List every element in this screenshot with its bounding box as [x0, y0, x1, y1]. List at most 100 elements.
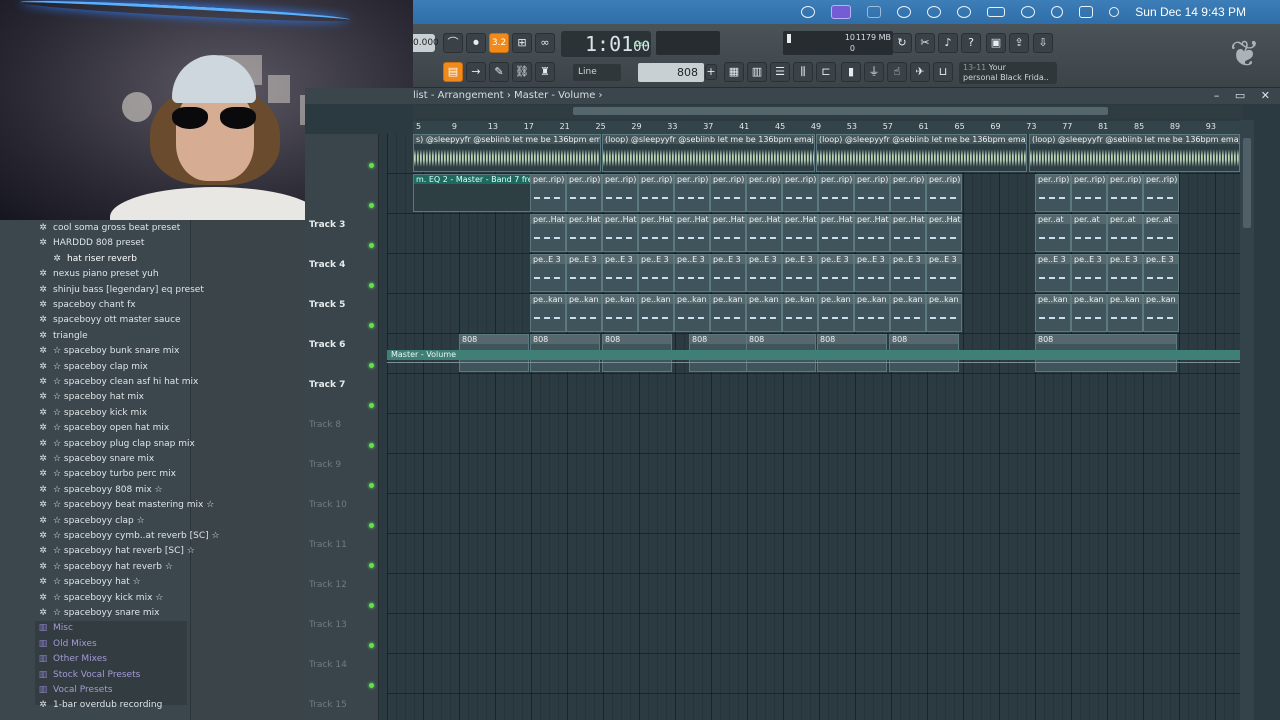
music-icon[interactable]: [897, 6, 912, 18]
pattern-clip[interactable]: pe..kan: [926, 294, 962, 332]
browser-folder[interactable]: ▥ Vocal Presets: [38, 683, 113, 698]
audio-clip[interactable]: s) @sleepyyfr @sebiinb let me be 136bpm …: [413, 134, 601, 172]
browser-item[interactable]: ✲ spaceboy chant fx: [38, 298, 135, 313]
pattern-clip[interactable]: pe..E 3: [1035, 254, 1071, 292]
download-icon[interactable]: ⇩: [1033, 33, 1053, 53]
pattern-clip[interactable]: pe..E 3: [710, 254, 746, 292]
pattern-clip[interactable]: per..Hat: [890, 214, 926, 252]
plugin-icon[interactable]: ⏚: [864, 62, 884, 82]
screen-record-icon[interactable]: [831, 5, 852, 19]
browser-item[interactable]: ✲ triangle: [38, 329, 87, 344]
help-icon[interactable]: ?: [961, 33, 981, 53]
track-header[interactable]: Track 14: [305, 654, 379, 694]
browser-item[interactable]: ✲ ☆ spaceboy clap mix: [38, 360, 148, 375]
pattern-clip[interactable]: pe..kan: [710, 294, 746, 332]
pattern-clip[interactable]: pe..kan: [746, 294, 782, 332]
browser-item[interactable]: ✲ cool soma gross beat preset: [38, 221, 180, 236]
browser-item[interactable]: ✲ ☆ spaceboyy cymb..at reverb [SC] ☆: [38, 529, 219, 544]
pattern-clip[interactable]: per..at: [1143, 214, 1179, 252]
browser-item[interactable]: ✲ ☆ spaceboy bunk snare mix: [38, 344, 179, 359]
pattern-clip[interactable]: per..Hat: [710, 214, 746, 252]
pattern-clip[interactable]: per..rip): [782, 174, 818, 212]
time-display[interactable]: 1:0100 B:S:T: [561, 31, 651, 57]
track-mute-led[interactable]: [369, 243, 374, 248]
pattern-clip[interactable]: pe..E 3: [1143, 254, 1179, 292]
bird-icon[interactable]: ✈: [910, 62, 930, 82]
track-mute-led[interactable]: [369, 403, 374, 408]
pattern-clip[interactable]: per..Hat: [926, 214, 962, 252]
track-mute-led[interactable]: [369, 203, 374, 208]
pattern-clip[interactable]: pe..kan: [638, 294, 674, 332]
pattern-clip[interactable]: per..rip): [818, 174, 854, 212]
pattern-clip[interactable]: per..Hat: [782, 214, 818, 252]
pattern-clip[interactable]: per..rip): [602, 174, 638, 212]
browser-item[interactable]: ✲ ☆ spaceboyy hat reverb ☆: [38, 560, 173, 575]
volume-automation-clip[interactable]: Master - Volume: [387, 350, 1240, 360]
browser-item[interactable]: ✲ ☆ spaceboyy hat ☆: [38, 575, 141, 590]
audio-clip[interactable]: (loop) @sleepyyfr @sebiinb let me be 136…: [1029, 134, 1240, 172]
playlist-icon[interactable]: ▦: [724, 62, 744, 82]
battery-icon[interactable]: [987, 7, 1006, 17]
pattern-clip[interactable]: pe..kan: [1071, 294, 1107, 332]
track-header[interactable]: Track 12: [305, 574, 379, 614]
pattern-clip[interactable]: pe..E 3: [818, 254, 854, 292]
audio-clip[interactable]: (loop) @sleepyyfr @sebiinb let me be 136…: [602, 134, 815, 172]
pattern-clip[interactable]: per..at: [1035, 214, 1071, 252]
pattern-clip[interactable]: pe..kan: [1143, 294, 1179, 332]
pattern-clip[interactable]: per..rip): [674, 174, 710, 212]
track-header[interactable]: Track 7: [305, 374, 379, 414]
wifi-icon[interactable]: [1021, 6, 1036, 18]
browser-item[interactable]: ✲ ☆ spaceboyy snare mix: [38, 606, 159, 621]
track-header[interactable]: Track 4: [305, 254, 379, 294]
pattern-clip[interactable]: per..rip): [638, 174, 674, 212]
track-header[interactable]: Track 10: [305, 494, 379, 534]
browser-item[interactable]: ✲ ☆ spaceboy hat mix: [38, 390, 144, 405]
track-mute-led[interactable]: [369, 563, 374, 568]
browser-item[interactable]: ✲ ☆ spaceboyy 808 mix ☆: [38, 483, 162, 498]
pattern-clip[interactable]: pe..E 3: [566, 254, 602, 292]
pattern-clip[interactable]: pe..E 3: [638, 254, 674, 292]
horizontal-scrollbar[interactable]: [413, 105, 1243, 119]
countdown-button[interactable]: 3.2: [489, 33, 509, 53]
track-mute-led[interactable]: [369, 443, 374, 448]
browser-folder[interactable]: ▥ Old Mixes: [38, 637, 97, 652]
tempo-display[interactable]: 0.000: [413, 34, 439, 52]
control-center-icon[interactable]: [1079, 6, 1094, 18]
track-header[interactable]: [305, 174, 379, 214]
arrow-right-icon[interactable]: →: [466, 62, 486, 82]
pattern-clip[interactable]: per..rip): [710, 174, 746, 212]
menubar-datetime[interactable]: Sun Dec 14 9:43 PM: [1135, 5, 1246, 19]
track-mute-led[interactable]: [369, 323, 374, 328]
pattern-clip[interactable]: per..at: [1071, 214, 1107, 252]
automation-clip[interactable]: m. EQ 2 - Master - Band 7 freq: [413, 174, 531, 212]
project-icon[interactable]: ▮: [841, 62, 861, 82]
pattern-clip[interactable]: pe..kan: [782, 294, 818, 332]
pattern-selector[interactable]: 808: [638, 63, 704, 82]
airdrop-icon[interactable]: [927, 6, 942, 18]
pattern-clip[interactable]: per..rip): [890, 174, 926, 212]
browser-item[interactable]: ✲ ☆ spaceboy open hat mix: [38, 421, 169, 436]
browser-folder[interactable]: ▥ Other Mixes: [38, 652, 107, 667]
track-mute-led[interactable]: [369, 363, 374, 368]
pattern-clip[interactable]: pe..kan: [530, 294, 566, 332]
browser-item[interactable]: ✲ spaceboyy ott master sauce: [38, 313, 180, 328]
track-header[interactable]: Track 3: [305, 214, 379, 254]
pattern-song-toggle-icon[interactable]: ▤: [443, 62, 463, 82]
browser-folder[interactable]: ▥ Stock Vocal Presets: [38, 668, 141, 683]
playlist-breadcrumb[interactable]: Master - Volume: [514, 90, 595, 101]
pattern-clip[interactable]: per..Hat: [818, 214, 854, 252]
arrangement-grid[interactable]: s) @sleepyyfr @sebiinb let me be 136bpm …: [387, 134, 1240, 720]
snap-select[interactable]: Line: [573, 64, 621, 81]
pattern-clip[interactable]: per..at: [1107, 214, 1143, 252]
pattern-clip[interactable]: per..rip): [926, 174, 962, 212]
wait-input-icon[interactable]: ⏺: [466, 33, 486, 53]
pattern-clip[interactable]: per..Hat: [854, 214, 890, 252]
render-icon[interactable]: ⇪: [1009, 33, 1029, 53]
pattern-clip[interactable]: per..rip): [530, 174, 566, 212]
channel-rack-icon[interactable]: ☰: [770, 62, 790, 82]
blend-notes-icon[interactable]: ⊞: [512, 33, 532, 53]
track-header[interactable]: Track 13: [305, 614, 379, 654]
track-header[interactable]: Track 11: [305, 534, 379, 574]
browser-item[interactable]: ✲ nexus piano preset yuh: [38, 267, 158, 282]
track-header[interactable]: Track 5: [305, 294, 379, 334]
